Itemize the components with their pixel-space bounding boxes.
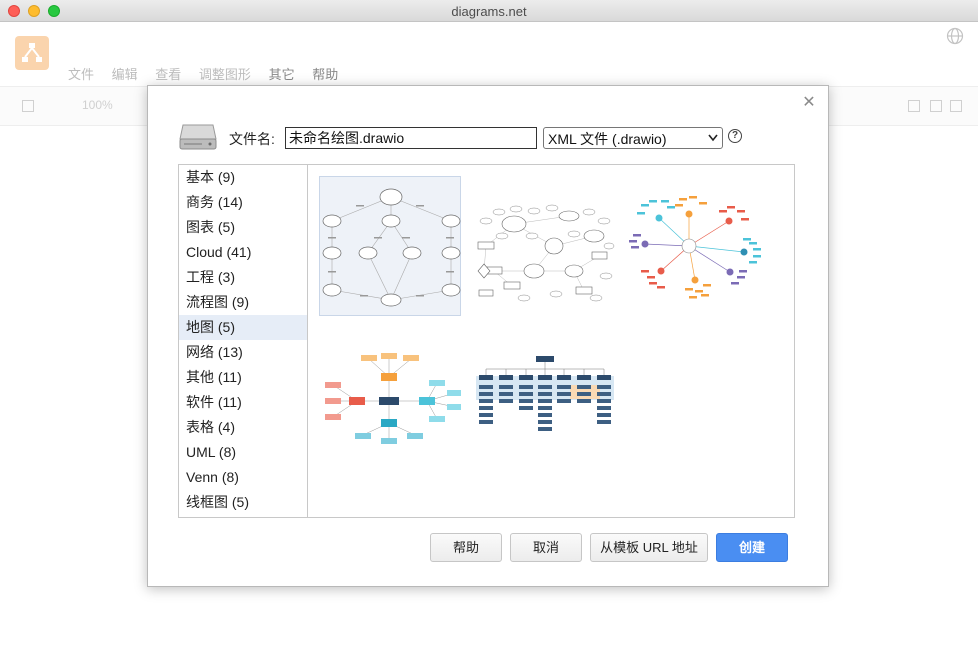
title-bar: diagrams.net	[0, 0, 978, 22]
map-template-4[interactable]	[319, 345, 461, 485]
category-item[interactable]: 商务 (14)	[179, 190, 307, 215]
menu-file[interactable]: 文件	[68, 67, 94, 82]
menu-view[interactable]: 查看	[155, 67, 181, 82]
close-icon[interactable]: ✕	[802, 95, 816, 111]
category-item[interactable]: 流程图 (9)	[179, 290, 307, 315]
format-select[interactable]: XML 文件 (.drawio)	[543, 127, 723, 149]
create-button[interactable]: 创建	[716, 533, 788, 562]
filename-input[interactable]	[285, 127, 537, 149]
fullscreen-icon[interactable]	[908, 100, 920, 112]
globe-icon[interactable]	[946, 27, 964, 45]
format-panel-icon[interactable]	[930, 100, 942, 112]
map-template-2[interactable]	[474, 176, 616, 316]
category-item[interactable]: 软件 (11)	[179, 390, 307, 415]
chevron-down-icon	[708, 134, 718, 142]
template-gallery: 基本 (9) 商务 (14) 图表 (5) Cloud (41) 工程 (3) …	[178, 164, 795, 518]
category-list: 基本 (9) 商务 (14) 图表 (5) Cloud (41) 工程 (3) …	[179, 165, 308, 517]
collapse-icon[interactable]	[950, 100, 962, 112]
category-item-selected[interactable]: 地图 (5)	[179, 315, 307, 340]
category-item[interactable]: Cloud (41)	[179, 240, 307, 265]
category-item[interactable]: 其他 (11)	[179, 365, 307, 390]
category-item[interactable]: 表格 (4)	[179, 415, 307, 440]
new-diagram-dialog: ✕ 文件名: XML 文件 (.drawio) ? 基本 (9) 商务 (14)…	[147, 85, 829, 587]
category-item[interactable]: 工程 (3)	[179, 265, 307, 290]
map-template-1[interactable]	[319, 176, 461, 316]
template-url-button[interactable]: 从模板 URL 地址	[590, 533, 708, 562]
app-logo	[15, 36, 49, 70]
category-item[interactable]: Venn (8)	[179, 465, 307, 490]
menu-arrange[interactable]: 调整图形	[199, 67, 251, 82]
category-item[interactable]: UML (8)	[179, 440, 307, 465]
category-item[interactable]: 网络 (13)	[179, 340, 307, 365]
menu-edit[interactable]: 编辑	[112, 67, 138, 82]
filename-label: 文件名:	[229, 131, 275, 147]
cancel-button[interactable]: 取消	[510, 533, 582, 562]
window-title: diagrams.net	[451, 4, 527, 19]
drive-icon	[179, 124, 217, 150]
map-template-3[interactable]	[627, 176, 769, 316]
category-item[interactable]: 图表 (5)	[179, 215, 307, 240]
menu-bar: 文件 编辑 查看 调整图形 其它 帮助	[68, 64, 352, 83]
menu-extras[interactable]: 其它	[269, 67, 295, 82]
category-item[interactable]: 基本 (9)	[179, 165, 307, 190]
format-select-value: XML 文件 (.drawio)	[548, 131, 667, 147]
help-icon[interactable]: ?	[728, 129, 742, 143]
zoom-level[interactable]: 100%	[82, 98, 113, 112]
map-template-5[interactable]	[474, 345, 616, 485]
page-view-icon[interactable]	[22, 100, 34, 112]
category-item[interactable]: 线框图 (5)	[179, 490, 307, 515]
menu-help[interactable]: 帮助	[312, 67, 338, 82]
help-button[interactable]: 帮助	[430, 533, 502, 562]
